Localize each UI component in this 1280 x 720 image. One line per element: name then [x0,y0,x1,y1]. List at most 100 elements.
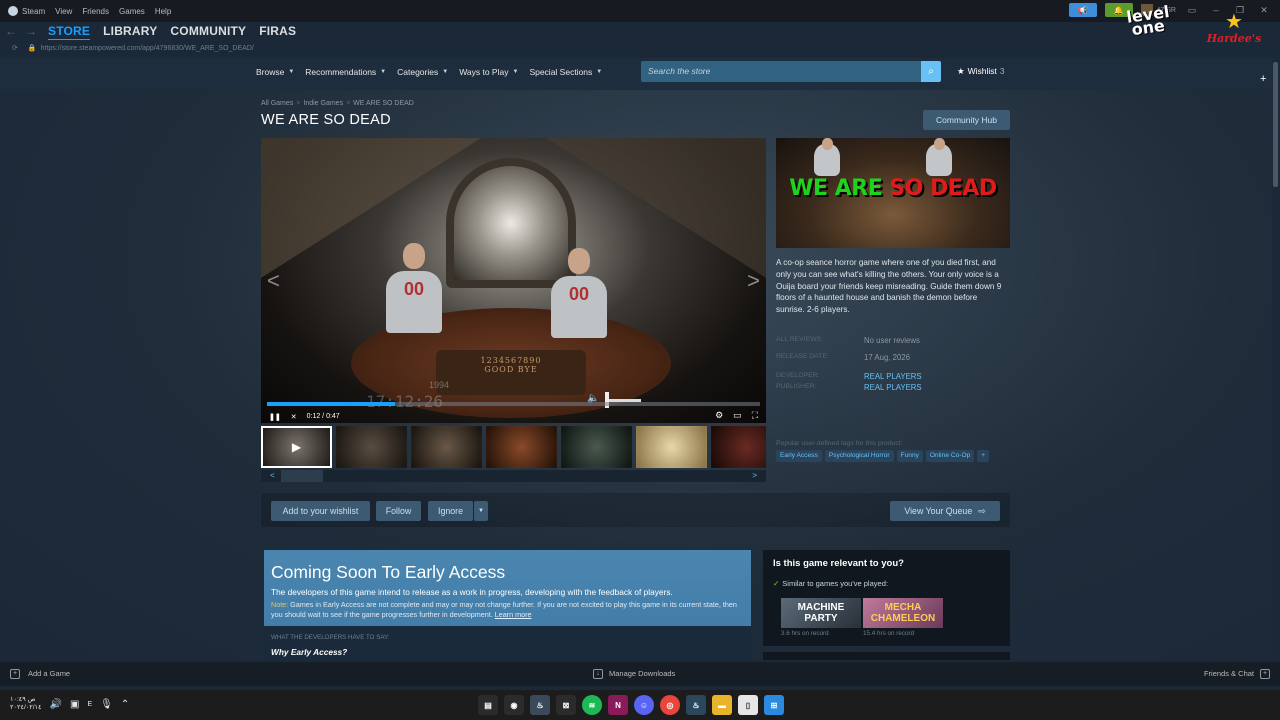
thumbnail-screenshot[interactable] [336,426,407,468]
theater-mode-icon[interactable]: ▭ [733,410,742,421]
wishlist-link[interactable]: ★ Wishlist 3 [957,66,1005,77]
speaker-icon[interactable]: 🔊 [50,699,62,710]
tag-online-coop[interactable]: Online Co-Op [925,450,975,462]
thumbnail-scrollbar[interactable]: < > [261,470,766,482]
ignore-dropdown-button[interactable]: ▼ [474,501,488,521]
network-icon[interactable]: ▣ [70,699,79,710]
developer-link[interactable]: REAL PLAYERS [864,372,922,381]
discord-icon[interactable]: ☺ [634,695,654,715]
learn-more-link[interactable]: Learn more [495,610,532,619]
add-game-label: Add a Game [28,669,71,678]
announcements-button[interactable]: 📢 [1068,3,1097,17]
excel-icon[interactable]: ⊠ [556,695,576,715]
similar-game-mecha-chameleon[interactable]: MECHA CHAMELEON [863,598,943,628]
url-bar: ⟳ 🔒 https://store.steampowered.com/app/4… [0,41,1280,55]
big-picture-icon[interactable]: ▭ [1184,5,1200,16]
menu-steam[interactable]: Steam [22,7,45,16]
video-scene-person-left: 00 [386,243,442,333]
thumbnail-screenshot[interactable] [636,426,707,468]
steam-icon[interactable]: ♨ [530,695,550,715]
obs-icon[interactable]: ◉ [504,695,524,715]
breadcrumb-indie-games[interactable]: Indie Games [303,100,343,107]
publisher-link[interactable]: REAL PLAYERS [864,383,922,392]
menu-view[interactable]: View [55,7,72,16]
thumbnail-screenshot[interactable] [486,426,557,468]
clock[interactable]: ص ١٠:٤٩ ٢٠٢٤/٠٢/١٤ [10,696,42,712]
chrome-icon[interactable]: ◎ [660,695,680,715]
menu-games[interactable]: Games [119,7,145,16]
next-arrow-icon[interactable]: > [747,268,760,294]
tab-store[interactable]: STORE [48,24,90,38]
tag-funny[interactable]: Funny [896,450,923,462]
thumbnail-scrollbar-thumb[interactable] [281,470,323,482]
fullscreen-icon[interactable]: ⛶ [752,410,758,421]
spotify-icon[interactable]: ≋ [582,695,602,715]
show-hidden-icons-icon[interactable]: ⌃ [121,699,129,710]
url-text[interactable]: https://store.steampowered.com/app/47968… [41,45,254,52]
video-player[interactable]: 00 00 1234567890 GOOD BYE 1994 17:12:26 … [261,138,766,423]
thumbnail-screenshot[interactable] [561,426,632,468]
tab-profile[interactable]: FIRAS [259,24,296,38]
search-input[interactable]: Search the store [641,61,921,82]
tag-more-button[interactable]: + [977,450,990,462]
nav-browse-label: Browse [256,67,285,77]
nav-categories[interactable]: Categories ▼ [397,67,448,77]
plus-icon[interactable]: + [1260,73,1266,85]
add-to-wishlist-button[interactable]: Add to your wishlist [271,501,370,521]
menu-friends[interactable]: Friends [82,7,109,16]
settings-gear-icon[interactable]: ⚙ [715,410,723,421]
view-queue-button[interactable]: View Your Queue ⇨ [890,501,1000,521]
previous-arrow-icon[interactable]: < [267,268,280,294]
steam-app-icon[interactable]: ♨ [686,695,706,715]
pause-icon[interactable]: ❚❚ [269,413,281,421]
breadcrumb-all-games[interactable]: All Games [261,100,293,107]
breadcrumb: All Games > Indie Games > WE ARE SO DEAD [261,100,414,107]
wishlist-count: 3 [999,66,1005,76]
microphone-icon[interactable]: 🎙 [100,699,113,710]
nav-browse[interactable]: Browse ▼ [256,67,294,77]
tag-early-access[interactable]: Early Access [776,450,822,462]
back-arrow-icon[interactable]: ← [2,24,20,38]
friends-chat-button[interactable]: Friends & Chat + [1204,669,1270,679]
thumbnail-screenshot[interactable] [711,426,766,468]
manage-downloads-label: Manage Downloads [609,669,676,678]
nav-recommendations[interactable]: Recommendations ▼ [305,67,386,77]
terminal-icon[interactable]: ▤ [478,695,498,715]
community-hub-button[interactable]: Community Hub [923,110,1010,130]
nav-ways-to-play[interactable]: Ways to Play ▼ [459,67,518,77]
reviews-value: No user reviews [864,336,920,345]
notepad-icon[interactable]: ▯ [738,695,758,715]
search-button[interactable]: ⌕ [921,61,941,82]
developer-label: DEVELOPER: [776,372,820,379]
thumbnail-screenshot[interactable] [411,426,482,468]
steam-logo-icon[interactable] [8,6,18,16]
file-explorer-icon[interactable]: ▬ [712,695,732,715]
breadcrumb-current[interactable]: WE ARE SO DEAD [353,100,414,107]
manage-downloads-button[interactable]: ↓ Manage Downloads [593,669,675,679]
video-progress-bar[interactable] [267,402,760,406]
tag-psychological-horror[interactable]: Psychological Horror [824,450,894,462]
scrollbar-thumb[interactable] [1273,62,1278,187]
scroll-left-icon[interactable]: < [270,470,275,482]
refresh-icon[interactable]: ⟳ [12,44,18,52]
ouija-numbers: 1234567890 [480,356,542,365]
nav-recommendations-label: Recommendations [305,67,377,77]
language-indicator[interactable]: E [87,701,92,708]
scroll-right-icon[interactable]: > [752,470,757,482]
add-game-button[interactable]: + Add a Game [10,669,70,679]
tab-community[interactable]: COMMUNITY [170,24,246,38]
forward-arrow-icon[interactable]: → [22,24,40,38]
menu-help[interactable]: Help [155,7,171,16]
capsule-logo: WE ARE SO DEAD [776,176,1010,201]
similar-game-machine-party[interactable]: MACHINE PARTY [781,598,861,628]
follow-button[interactable]: Follow [376,501,421,521]
windows-start-icon[interactable]: ⊞ [764,695,784,715]
video-controls: ❚❚ ✕ 0:12 / 0:47 [261,410,766,423]
ignore-button[interactable]: Ignore [428,501,473,521]
thumbnail-video[interactable]: ▶ [261,426,332,468]
mute-icon[interactable]: ✕ [291,413,297,421]
tab-library[interactable]: LIBRARY [103,24,157,38]
next-app-icon[interactable]: N [608,695,628,715]
nav-special-sections[interactable]: Special Sections ▼ [529,67,602,77]
windows-taskbar: ص ١٠:٤٩ ٢٠٢٤/٠٢/١٤ 🔊 ▣ E 🎙 ⌃ ▤ ◉ ♨ ⊠ ≋ N… [0,690,1280,720]
